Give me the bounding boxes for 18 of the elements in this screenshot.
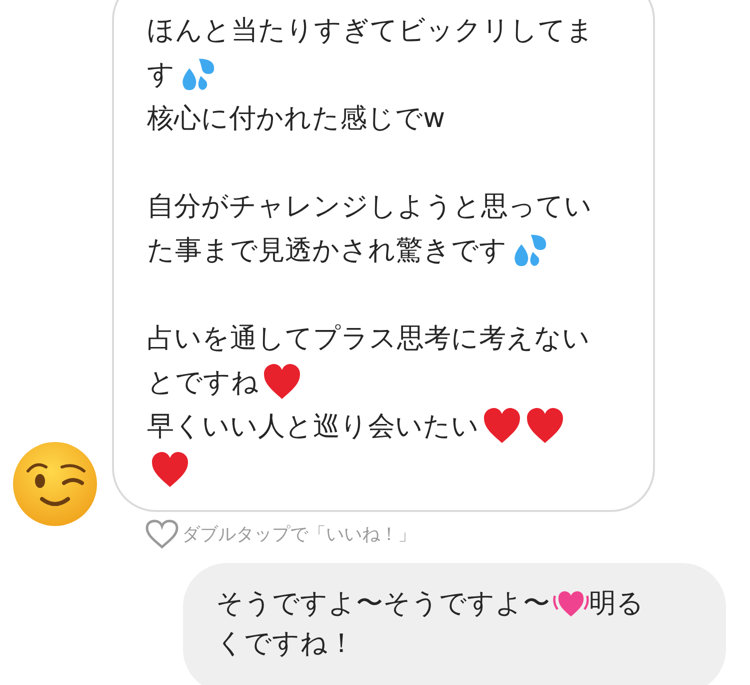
heart-icon [525, 406, 565, 446]
message-text: とですね [147, 366, 259, 400]
message-text: ほんと当たりすぎてビックリしてま [147, 14, 594, 48]
message-text: 核心に付かれた感じでw [147, 102, 446, 136]
message-text: そうですよ〜そうですよ〜 [216, 587, 550, 621]
message-text: 明る [589, 587, 644, 621]
message-text: 自分がチャレンジしようと思ってい [147, 190, 592, 224]
heart-icon [482, 406, 522, 446]
heart-icon [150, 450, 190, 490]
like-hint-text: ダブルタップで「いいね！」 [182, 523, 416, 546]
heart-icon [262, 362, 302, 402]
message-text: す [147, 58, 175, 92]
like-icon[interactable] [145, 519, 179, 549]
winking-emoji-icon [12, 441, 98, 527]
message-text: た事まで見透かされ驚きです [147, 234, 507, 268]
message-text: くですね！ [216, 627, 355, 661]
message-text: 占いを通してプラス思考に考えない [147, 322, 590, 356]
message-text: 早くいい人と巡り会いたい [147, 410, 479, 444]
